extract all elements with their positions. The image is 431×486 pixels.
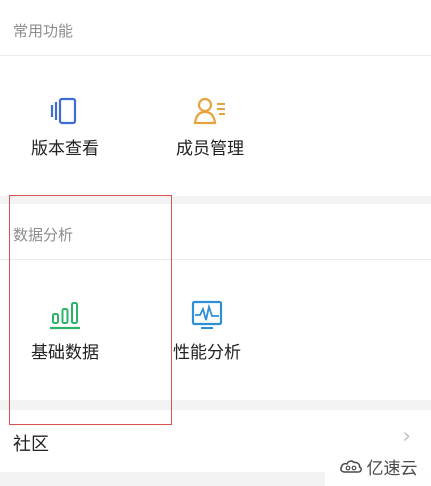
tile-member-management[interactable]: 成员管理 bbox=[155, 96, 265, 159]
cloud-logo-icon bbox=[339, 460, 362, 473]
member-manage-icon bbox=[193, 97, 225, 125]
tile-label: 性能分析 bbox=[173, 343, 241, 363]
section-title-common: 常用功能 bbox=[13, 22, 74, 40]
watermark-logo: 亿速云 bbox=[325, 446, 431, 486]
bar-chart-icon bbox=[50, 302, 80, 330]
versions-icon bbox=[50, 97, 77, 125]
community-label: 社区 bbox=[13, 434, 49, 455]
performance-monitor-icon bbox=[191, 300, 223, 329]
section-title-data-analysis: 数据分析 bbox=[13, 226, 74, 244]
tile-basic-data[interactable]: 基础数据 bbox=[10, 300, 120, 363]
tile-version-view[interactable]: 版本查看 bbox=[10, 96, 120, 159]
watermark-text: 亿速云 bbox=[366, 458, 418, 479]
divider bbox=[0, 259, 431, 260]
tile-label: 基础数据 bbox=[31, 343, 99, 363]
common-functions-card: 常用功能 版本查看 成员管理 bbox=[0, 0, 431, 196]
tile-label: 版本查看 bbox=[31, 139, 99, 159]
data-analysis-card: 数据分析 基础数据 性能分析 bbox=[0, 204, 431, 400]
tile-label: 成员管理 bbox=[176, 139, 244, 159]
divider bbox=[0, 55, 431, 56]
tile-performance-analysis[interactable]: 性能分析 bbox=[152, 300, 262, 363]
